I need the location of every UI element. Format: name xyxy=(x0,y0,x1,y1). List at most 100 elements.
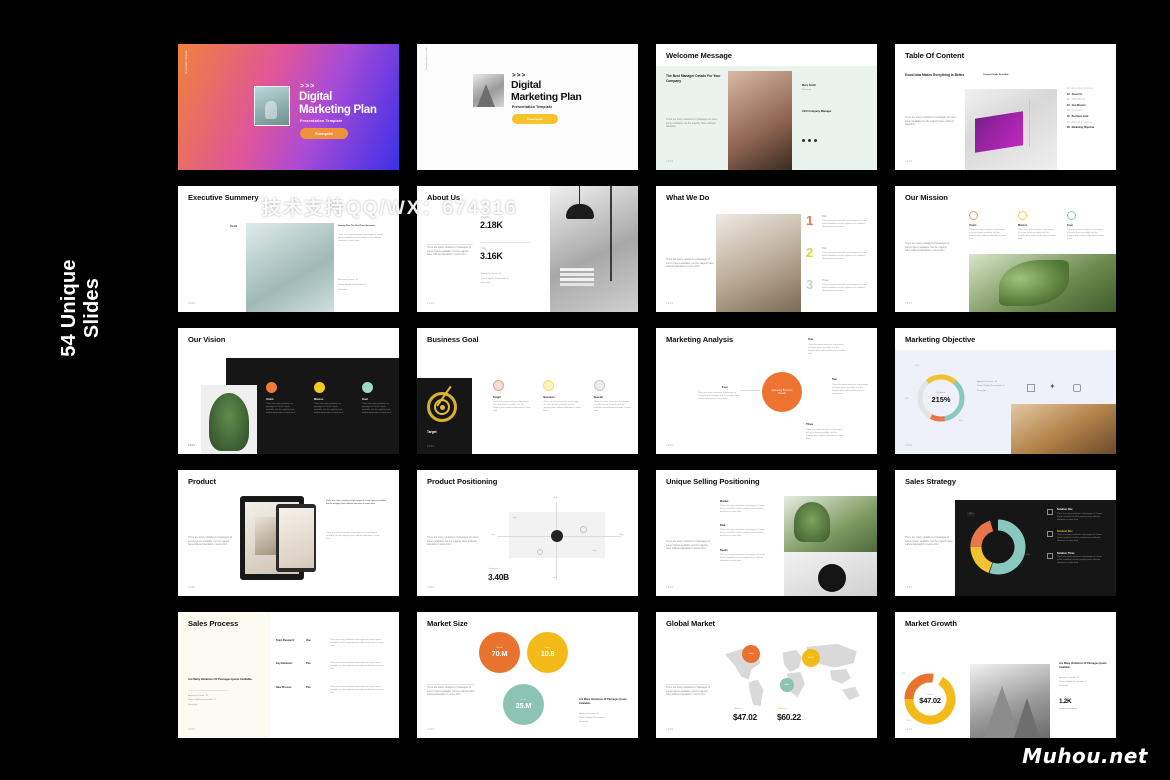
right-heading: Getting Plan The Real Time Generator xyxy=(338,225,376,227)
strategy-item: Solution Three There are many variations… xyxy=(1047,552,1109,566)
slide-thumbnail-product-positioning[interactable]: Product Positioning There are many varia… xyxy=(417,470,638,596)
slide-title: Business Goal xyxy=(427,335,479,344)
page-number: 2049 xyxy=(427,445,435,448)
page-number: 2049 xyxy=(427,302,435,305)
bullet-list: Approach Format - 01 Simon Slightly Reas… xyxy=(481,272,529,286)
card-label: Mission xyxy=(314,398,324,401)
card-text: There are many variations of passages of… xyxy=(362,403,392,415)
tick-label: 45% xyxy=(905,398,910,400)
row-label: Needs xyxy=(720,548,728,552)
right-heading: There are many variations of passages of… xyxy=(326,500,387,506)
linkedin-icon[interactable] xyxy=(814,139,817,142)
matrix-point xyxy=(580,526,587,533)
bubble-value: 70.M xyxy=(491,649,508,658)
plant-photo xyxy=(201,385,257,454)
slide-thumbnail-executive-summery[interactable]: Executive Summery PLAN Getting Plan The … xyxy=(178,186,399,312)
slide-thumbnail-sales-process[interactable]: Sales Process Are Many Variations Of Pas… xyxy=(178,612,399,738)
slide-thumbnail-marketing-analysis[interactable]: Marketing Analysis Marketing Business De… xyxy=(656,328,877,454)
slide-thumbnail-global-market[interactable]: Global Market There are many variations … xyxy=(656,612,877,738)
process-row: Team Research One There are many variati… xyxy=(276,639,394,648)
slide-thumbnail-what-we-do[interactable]: What We Do There are many variations of … xyxy=(656,186,877,312)
right-paragraph: There are many variations of passages of… xyxy=(338,234,383,243)
slide-title: Our Vision xyxy=(188,335,226,344)
slide-thumbnail-unique-selling-positioning[interactable]: Unique Selling Positioning There are man… xyxy=(656,470,877,596)
card-label: Business xyxy=(543,396,555,399)
matrix-point xyxy=(537,549,543,555)
slide-thumbnail-digital-marketing-plan-gradient[interactable]: Presentation Template >>> Digital Marketi… xyxy=(178,44,399,170)
goal-card: Special There are many variations of pas… xyxy=(593,380,633,413)
slide-thumbnail-marketing-objective[interactable]: Marketing Objective Objective 215% 12% 4… xyxy=(895,328,1116,454)
slide-thumbnail-sales-strategy[interactable]: Sales Strategy There are many variations… xyxy=(895,470,1116,596)
slide-thumbnail-about-us[interactable]: About Us There are many variations of pa… xyxy=(417,186,638,312)
hero-photo xyxy=(254,86,290,126)
slide-paragraph: There are many variations of passages of… xyxy=(188,536,232,547)
row-label: Market xyxy=(720,500,729,503)
matrix-tag: Item xyxy=(593,550,597,552)
donut-label: Objective xyxy=(936,392,946,394)
step-number: 3 xyxy=(806,277,814,292)
objective-list: Approach Format - 01 Simon Slightly Reas… xyxy=(977,380,1021,393)
slide-thumbnail-business-goal[interactable]: Business Goal Target 2049 Target There a… xyxy=(417,328,638,454)
steps-list: 1 One There are many variations of passa… xyxy=(806,214,872,310)
powerpoint-button[interactable]: Powerpoint xyxy=(300,128,348,139)
slide-thumbnail-digital-marketing-plan-white[interactable]: Marketing Agency Slide >>> Digital Market… xyxy=(417,44,638,170)
item-text: There are many variations of passages of… xyxy=(1057,556,1102,565)
slide-thumbnail-our-mission[interactable]: Our Mission There are many variations of… xyxy=(895,186,1116,312)
card-text: There are many variations of passages of… xyxy=(969,229,1007,241)
step-label: One xyxy=(822,215,827,218)
item-label: Solution Two xyxy=(1057,529,1073,533)
slide-title: Sales Strategy xyxy=(905,477,956,486)
list-item: Everyright xyxy=(977,389,987,392)
center-label: Marketing Business Details xyxy=(771,388,793,395)
slide-thumbnail-table-of-content[interactable]: Table Of Content Good Idea Makes Everyth… xyxy=(895,44,1116,170)
slide-thumbnail-our-vision[interactable]: Our Vision Vision There are many variati… xyxy=(178,328,399,454)
child-photo xyxy=(1011,404,1116,454)
powerpoint-button[interactable]: Powerpoint xyxy=(512,114,558,124)
card-label: Special xyxy=(593,396,603,399)
donut-value: $47.02 xyxy=(919,695,941,705)
stat-value: 2.18K xyxy=(480,220,503,230)
row-value: Two xyxy=(306,685,311,689)
list-item: Everyright xyxy=(481,282,491,285)
rocket-icon: ✦ xyxy=(1049,382,1056,391)
palm-leaf-photo xyxy=(969,254,1116,312)
right-heading: Are Many Variations Of Passages Ipsum Av… xyxy=(1059,662,1107,669)
slide-thumbnail-product[interactable]: Product There are many variations of pas… xyxy=(178,470,399,596)
bubble-value: 10.8 xyxy=(540,649,555,658)
tick-label: 45% xyxy=(907,720,912,722)
vision-card: Vision There are many variations of pass… xyxy=(266,382,298,415)
node-label: Three xyxy=(806,423,814,426)
slide-paragraph: There are many variations of passages of… xyxy=(427,686,475,697)
slide-title: Welcome Message xyxy=(666,51,732,60)
right-paragraph: There are many variations of passages of… xyxy=(326,532,380,541)
node-text: There are many variations of passages of… xyxy=(698,392,740,401)
page-number: 2049 xyxy=(188,302,196,305)
slide-paragraph: There are many variations of passages of… xyxy=(666,686,710,697)
page-number: 2049 xyxy=(905,160,913,163)
item-label: Solution Three xyxy=(1057,551,1075,555)
row-value: Two xyxy=(306,662,311,666)
slide-title: Market Size xyxy=(427,619,468,628)
slide-paragraph: There are many variations of passages of… xyxy=(905,536,953,547)
page-number: 2049 xyxy=(905,302,913,305)
list-item: Everyright xyxy=(188,703,198,706)
goal-card: Target There are many variations of pass… xyxy=(493,380,532,413)
center-bubble: Marketing Business Details xyxy=(762,372,802,412)
slide-thumbnail-market-growth[interactable]: Market Growth Growth $47.02 20% 45% Are … xyxy=(895,612,1116,738)
stat-value: 3.16K xyxy=(480,251,503,261)
toc-item[interactable]: 08 Marketing Objective xyxy=(1067,125,1111,131)
side-value: 1.2K xyxy=(1059,698,1072,705)
matrix-tag: Item xyxy=(513,517,517,519)
slide-title: Marketing Objective xyxy=(905,335,976,344)
stat-label: Market xyxy=(734,708,741,710)
plant-desk-photo xyxy=(784,496,877,552)
slide-title: Market Growth xyxy=(905,619,957,628)
row-text: There are many variations of passages of… xyxy=(720,529,765,538)
slide-thumbnail-welcome-message[interactable]: Welcome Message The Best Manager Details… xyxy=(656,44,877,170)
slide-thumbnail-market-size[interactable]: Market Size There are many variations of… xyxy=(417,612,638,738)
slide-title: Sales Process xyxy=(188,619,239,628)
facebook-icon[interactable] xyxy=(802,139,805,142)
list-item: Everyright xyxy=(579,721,589,724)
twitter-icon[interactable] xyxy=(808,139,811,142)
node-text: There are many variations of passages of… xyxy=(808,344,846,356)
